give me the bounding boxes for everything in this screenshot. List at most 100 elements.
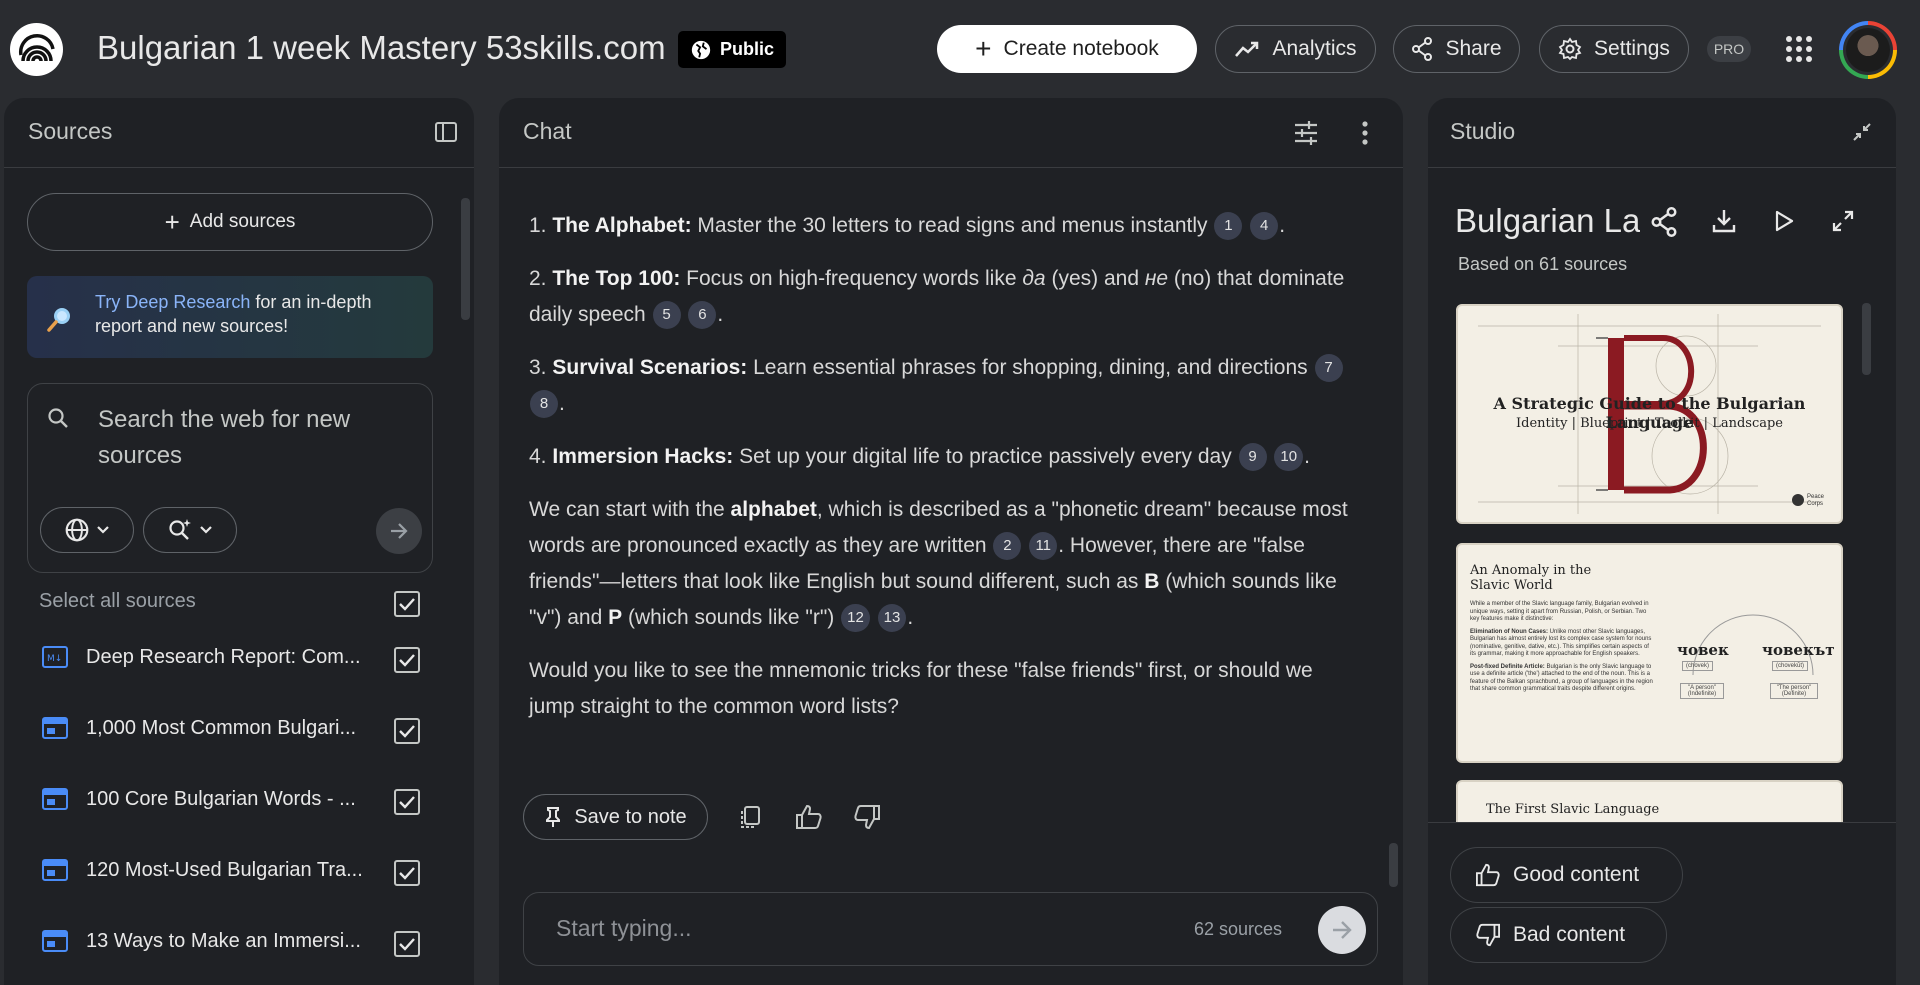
studio-panel: Studio Bulgarian La Based on 61 sources …: [1428, 98, 1896, 985]
settings-button[interactable]: Settings: [1539, 25, 1689, 73]
source-checkbox[interactable]: [394, 789, 420, 815]
share-icon[interactable]: [1649, 207, 1679, 237]
web-source-dropdown[interactable]: [40, 507, 134, 553]
deep-research-banner[interactable]: Try Deep Research for an in-depth report…: [27, 276, 433, 358]
citation-chip[interactable]: 8: [530, 390, 558, 419]
plus-icon: +: [164, 207, 180, 237]
citation-chip[interactable]: 2: [993, 532, 1022, 561]
chat-input[interactable]: Start typing...: [556, 915, 692, 942]
citation-chip[interactable]: 1: [1214, 212, 1243, 241]
create-notebook-button[interactable]: + Create notebook: [937, 25, 1197, 73]
sources-scrollbar[interactable]: [461, 198, 470, 320]
studio-scrollbar[interactable]: [1862, 303, 1871, 375]
notebook-title[interactable]: Bulgarian 1 week Mastery 53skills.com: [97, 29, 666, 67]
source-item-label: 120 Most-Used Bulgarian Tra...: [86, 859, 363, 881]
deep-research-link[interactable]: Try Deep Research: [95, 292, 250, 312]
share-button[interactable]: Share: [1393, 25, 1520, 73]
thumbs-down-icon: [1476, 923, 1500, 947]
check-icon: [399, 867, 415, 880]
bad-content-button[interactable]: Bad content: [1450, 907, 1667, 963]
check-icon: [399, 938, 415, 951]
collapse-icon[interactable]: [1852, 122, 1872, 142]
tune-icon[interactable]: [1293, 120, 1319, 146]
search-input[interactable]: Search the web for new sources: [98, 402, 388, 474]
citation-chip[interactable]: 6: [688, 301, 717, 330]
add-sources-button[interactable]: + Add sources: [27, 193, 433, 251]
collapse-panel-icon[interactable]: [434, 120, 458, 144]
check-icon: [399, 796, 415, 809]
search-sparkle-icon: [169, 519, 191, 540]
save-to-note-label: Save to note: [574, 805, 687, 828]
citation-chip[interactable]: 9: [1238, 443, 1267, 472]
thumbs-up-icon[interactable]: [795, 804, 823, 830]
source-checkbox[interactable]: [394, 860, 420, 886]
citation-chip[interactable]: 11: [1029, 532, 1058, 561]
source-item[interactable]: 100 Core Bulgarian Words - ...: [4, 770, 474, 830]
bad-content-label: Bad content: [1513, 923, 1626, 946]
example-translit-definite: (chovekŭt): [1772, 661, 1809, 671]
research-mode-dropdown[interactable]: [143, 507, 237, 553]
slide-thumbnail[interactable]: An Anomaly in the Slavic World While a m…: [1456, 543, 1843, 763]
thumbs-up-icon: [1476, 863, 1500, 887]
arrow-right-icon: [1333, 921, 1352, 939]
select-all-checkbox[interactable]: [394, 591, 420, 617]
citation-chip[interactable]: 5: [652, 301, 681, 330]
based-on-sources: Based on 61 sources: [1458, 254, 1628, 274]
analytics-button[interactable]: Analytics: [1215, 25, 1376, 73]
slide-body: While a member of the Slavic language fa…: [1470, 601, 1653, 692]
chat-header: Chat: [499, 98, 1403, 168]
send-button[interactable]: [1318, 906, 1366, 954]
web-source-icon: [42, 717, 68, 739]
check-icon: [399, 725, 415, 738]
source-item-label: 13 Ways to Make an Immersi...: [86, 930, 361, 952]
source-checkbox[interactable]: [394, 647, 420, 673]
notebooklm-logo-icon[interactable]: [10, 23, 63, 76]
source-item[interactable]: 1,000 Most Common Bulgari...: [4, 699, 474, 759]
source-item-label: 1,000 Most Common Bulgari...: [86, 717, 357, 739]
citation-chip[interactable]: 4: [1250, 212, 1279, 241]
magnifier-sparkle-icon: [47, 308, 70, 332]
source-checkbox[interactable]: [394, 718, 420, 744]
fullscreen-icon[interactable]: [1831, 209, 1855, 233]
citation-chip[interactable]: 7: [1314, 354, 1343, 383]
more-vert-icon[interactable]: [1361, 120, 1369, 146]
sources-title: Sources: [28, 118, 113, 144]
chat-input-box[interactable]: Start typing... 62 sources: [523, 892, 1378, 966]
list-item: 1. The Alphabet: Master the 30 letters t…: [529, 208, 1349, 244]
check-icon: [399, 654, 415, 667]
source-item[interactable]: 13 Ways to Make an Immersi...: [4, 912, 474, 972]
play-icon[interactable]: [1773, 209, 1795, 233]
citation-chip[interactable]: 12: [841, 604, 870, 633]
source-item-label: 100 Core Bulgarian Words - ...: [86, 788, 356, 810]
search-submit-button[interactable]: [376, 508, 422, 554]
globe-icon: [65, 518, 89, 542]
copy-icon[interactable]: [737, 804, 763, 830]
chevron-down-icon: [200, 526, 212, 534]
pro-badge: PRO: [1707, 36, 1751, 62]
public-badge[interactable]: Public: [678, 31, 787, 68]
studio-title: Studio: [1450, 118, 1516, 144]
citation-chip[interactable]: 13: [877, 604, 907, 633]
deep-research-icon: M↓: [42, 646, 68, 668]
chat-scrollbar[interactable]: [1389, 843, 1398, 887]
thumbs-down-icon[interactable]: [853, 804, 881, 830]
download-icon[interactable]: [1710, 207, 1738, 235]
search-icon: [48, 408, 68, 428]
slide-title: An Anomaly in the Slavic World: [1470, 563, 1592, 593]
source-item[interactable]: 120 Most-Used Bulgarian Tra...: [4, 841, 474, 901]
web-source-icon: [42, 788, 68, 810]
web-source-icon: [42, 930, 68, 952]
avatar[interactable]: [1839, 21, 1897, 79]
slide-thumbnail[interactable]: A Strategic Guide to the Bulgarian Langu…: [1456, 304, 1843, 524]
source-checkbox[interactable]: [394, 931, 420, 957]
source-item[interactable]: M↓ Deep Research Report: Com...: [4, 628, 474, 688]
good-content-button[interactable]: Good content: [1450, 847, 1683, 903]
settings-label: Settings: [1594, 37, 1670, 60]
example-translit-indefinite: (chovek): [1682, 661, 1714, 671]
response-paragraph: Would you like to see the mnemonic trick…: [529, 659, 1313, 718]
apps-grid-icon[interactable]: [1784, 34, 1814, 64]
list-item: 2. The Top 100: Focus on high-frequency …: [529, 261, 1349, 333]
save-to-note-button[interactable]: Save to note: [523, 794, 708, 840]
source-item-label: Deep Research Report: Com...: [86, 646, 361, 668]
citation-chip[interactable]: 10: [1274, 443, 1304, 472]
